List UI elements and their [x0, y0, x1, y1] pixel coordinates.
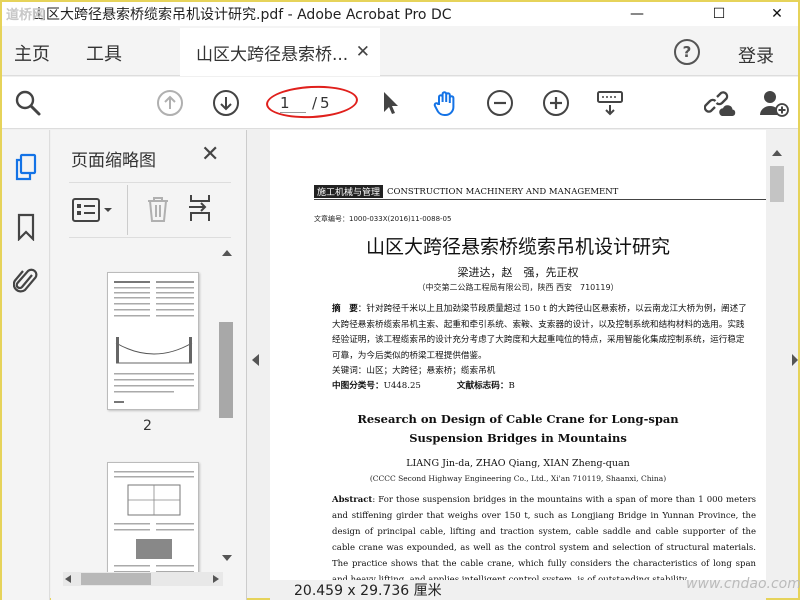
attachment-icon[interactable]: [11, 266, 41, 296]
minimize-button[interactable]: —: [614, 2, 660, 26]
abstract-en: Abstract: For those suspension bridges i…: [332, 492, 756, 580]
document-tab[interactable]: 山区大跨径悬索桥... ✕: [180, 28, 380, 76]
previous-page-icon[interactable]: [154, 87, 186, 119]
panel-tool-divider: [127, 185, 128, 235]
authors-en: LIANG Jin-da, ZHAO Qiang, XIAN Zheng-qua…: [406, 458, 630, 469]
panel-title: 页面缩略图: [71, 151, 156, 171]
page-thumbnail-2[interactable]: [107, 272, 199, 410]
help-icon[interactable]: ?: [674, 39, 700, 65]
thumbnail-panel: 页面缩略图 ✕ 2: [51, 130, 247, 600]
document-view[interactable]: 施工机械与管理 CONSTRUCTION MACHINERY AND MANAG…: [270, 130, 766, 580]
thumbnail-label: 2: [143, 418, 152, 434]
article-number: 文章编号：1000-033X(2016)11-0088-05: [314, 215, 452, 223]
login-button[interactable]: 登录: [738, 42, 774, 68]
toolbar: 1 / 5: [2, 77, 798, 129]
panel-tools: [69, 182, 231, 238]
abstract-cn: 摘 要：针对跨径千米以上且加劲梁节段质量超过 150 t 的大跨径山区悬索桥，以…: [332, 302, 752, 364]
chevron-down-icon[interactable]: [222, 555, 232, 561]
next-page-icon[interactable]: [210, 87, 242, 119]
menu-tools[interactable]: 工具: [86, 40, 122, 66]
expand-right-panel-handle[interactable]: [792, 354, 798, 366]
page-dimensions: 20.459 x 29.736 厘米: [294, 583, 442, 599]
paper-title-en-line1: Research on Design of Cable Crane for Lo…: [357, 412, 679, 426]
cls-label: 中图分类号：: [332, 381, 384, 391]
code-label: 文献标志码：: [456, 381, 509, 391]
abstract-cn-text: ：针对跨径千米以上且加劲梁节段质量超过 150 t 的大跨径山区悬索桥，以云南龙…: [332, 304, 747, 361]
bookmark-icon[interactable]: [11, 212, 41, 242]
header-rule: [314, 199, 766, 200]
left-rail: [2, 130, 50, 600]
paper-title-en: Research on Design of Cable Crane for Lo…: [270, 410, 766, 448]
keywords-cn: 关键词：山区；大跨径；悬索桥；缆索吊机: [332, 366, 496, 376]
authors-cn: 梁进达，赵 强，先正权: [457, 266, 579, 279]
doc-scroll-up-icon[interactable]: [772, 150, 782, 156]
window-title: 山区大跨径悬索桥缆索吊机设计研究.pdf - Adobe Acrobat Pro…: [32, 7, 452, 23]
insert-pages-icon[interactable]: [187, 193, 215, 227]
close-window-button[interactable]: ✕: [754, 2, 800, 26]
site-url-watermark: www.cndao.com: [686, 576, 800, 592]
panel-horizontal-scrollbar[interactable]: [63, 572, 223, 586]
thumbnail-options-icon[interactable]: [71, 197, 115, 227]
cls-value: U448.25: [383, 381, 421, 391]
paper-title-cn: 山区大跨径悬索桥缆索吊机设计研究: [365, 236, 670, 258]
paper-title-en-line2: Suspension Bridges in Mountains: [409, 431, 627, 445]
journal-name-en: CONSTRUCTION MACHINERY AND MANAGEMENT: [387, 186, 619, 197]
chevron-right-icon[interactable]: [213, 575, 219, 583]
chevron-left-icon[interactable]: [65, 575, 71, 583]
chevron-up-icon[interactable]: [222, 250, 232, 256]
collapse-panel-handle[interactable]: [252, 354, 259, 366]
document-tab-label: 山区大跨径悬索桥...: [196, 44, 349, 65]
maximize-button[interactable]: ☐: [696, 2, 742, 26]
zoom-out-icon[interactable]: [484, 87, 516, 119]
select-cursor-icon[interactable]: [374, 87, 406, 119]
panel-scrollbar[interactable]: [219, 250, 233, 565]
site-watermark: 道桥网: [6, 8, 46, 23]
page-thumbnail-3[interactable]: [107, 462, 199, 582]
hand-tool-icon[interactable]: [430, 87, 462, 119]
abstract-en-label: Abstract: [332, 495, 373, 505]
panel-scroll-thumb[interactable]: [219, 322, 233, 418]
code-value: B: [508, 381, 515, 391]
abstract-cn-label: 摘 要: [332, 304, 358, 314]
add-user-icon[interactable]: [758, 87, 790, 119]
menu-home[interactable]: 主页: [14, 40, 50, 66]
doc-scroll-thumb[interactable]: [770, 166, 784, 202]
panel-hscroll-thumb[interactable]: [81, 573, 151, 585]
journal-header: 施工机械与管理 CONSTRUCTION MACHINERY AND MANAG…: [314, 185, 618, 198]
affiliation-cn: （中交第二公路工程局有限公司，陕西 西安 710119）: [417, 283, 619, 292]
page-thumbnails-icon[interactable]: [11, 152, 41, 182]
trash-icon[interactable]: [145, 195, 171, 227]
document-scrollbar[interactable]: [766, 130, 788, 580]
classification-line: 中图分类号：U448.25 文献标志码：B: [332, 379, 752, 391]
keyboard-page-icon[interactable]: [594, 87, 626, 119]
abstract-en-text: : For those suspension bridges in the mo…: [332, 495, 756, 580]
zoom-in-icon[interactable]: [540, 87, 572, 119]
share-link-icon[interactable]: [704, 87, 736, 119]
search-icon[interactable]: [12, 87, 44, 119]
panel-close-button[interactable]: ✕: [201, 142, 219, 167]
title-bar: 道桥网 山区大跨径悬索桥缆索吊机设计研究.pdf - Adobe Acrobat…: [2, 2, 798, 26]
tab-close-button[interactable]: ✕: [356, 42, 370, 62]
journal-name-cn: 施工机械与管理: [314, 185, 384, 198]
affiliation-en: (CCCC Second Highway Engineering Co., Lt…: [369, 474, 667, 483]
